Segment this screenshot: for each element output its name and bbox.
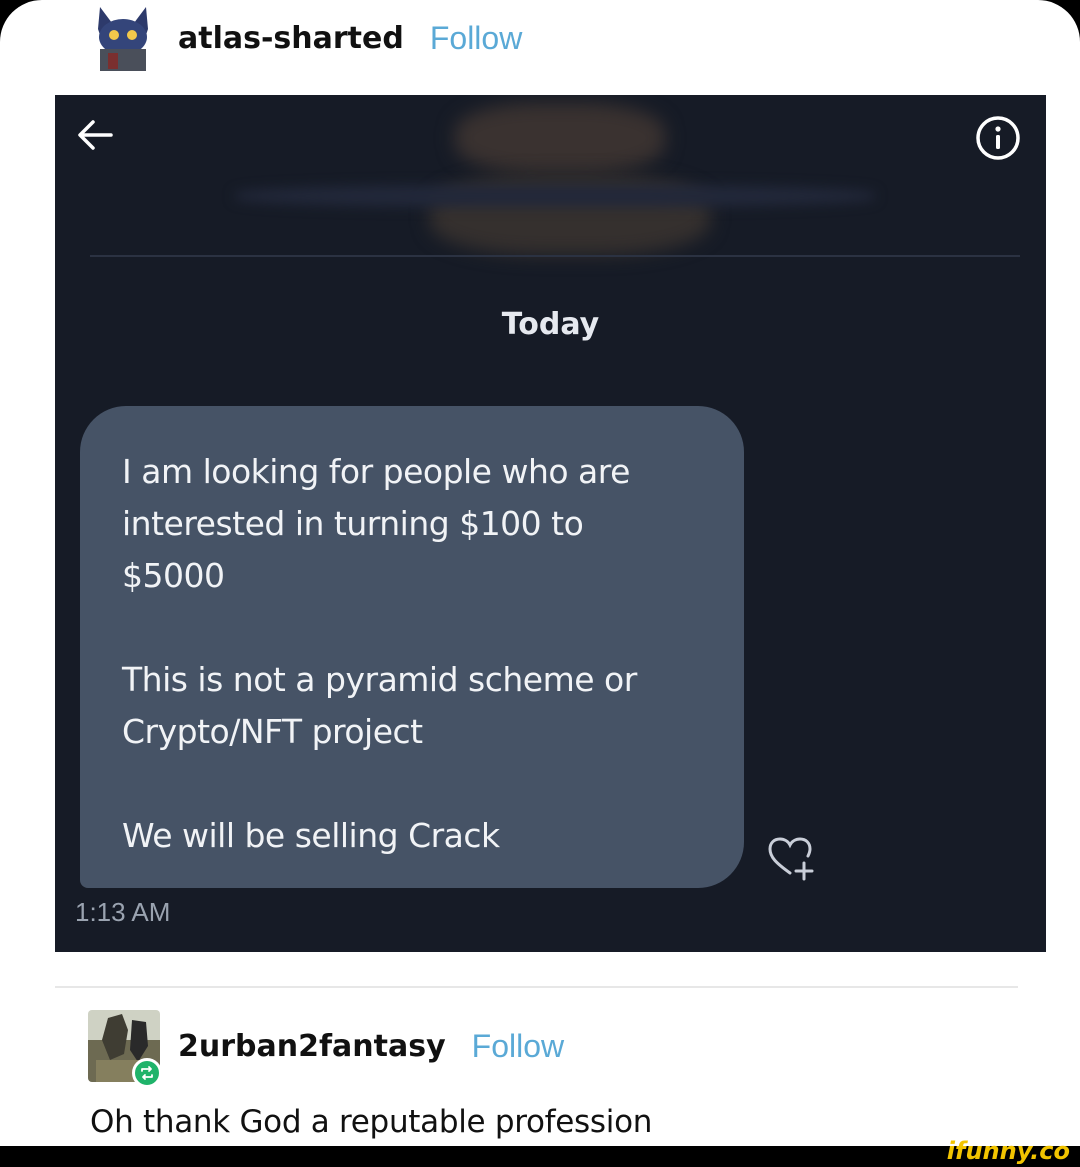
message-timestamp: 1:13 AM [75, 897, 171, 927]
site-watermark: ifunny.co [946, 1137, 1070, 1165]
reblog-comment: Oh thank God a reputable profession [90, 1104, 653, 1140]
post-header: atlas-sharted Follow [86, 2, 522, 74]
message-bubble[interactable]: I am looking for people who are interest… [80, 406, 744, 888]
reblog-username[interactable]: 2urban2fantasy [178, 1029, 446, 1064]
dm-screenshot: Today I am looking for people who are in… [55, 95, 1046, 952]
reblog-icon [141, 1066, 153, 1080]
avatar[interactable] [86, 3, 160, 73]
avatar-image [86, 3, 160, 73]
header-divider [90, 255, 1020, 257]
reblog-follow-button[interactable]: Follow [472, 1028, 564, 1065]
date-separator: Today [501, 307, 600, 342]
reblog-avatar[interactable] [88, 1010, 162, 1088]
reblog-badge [132, 1058, 162, 1088]
post-card: atlas-sharted Follow Today I am looking … [0, 0, 1080, 1146]
post-username[interactable]: atlas-sharted [178, 21, 404, 56]
heart-add-icon[interactable] [762, 833, 818, 883]
follow-button[interactable]: Follow [430, 20, 522, 57]
redacted-name-line [235, 185, 875, 207]
back-arrow-icon[interactable] [65, 105, 125, 165]
reblog-header: 2urban2fantasy Follow [88, 1008, 564, 1088]
message-paragraph: I am looking for people who are interest… [122, 452, 630, 595]
redacted-area [455, 103, 665, 173]
info-icon[interactable] [970, 110, 1026, 166]
post-separator [55, 986, 1018, 988]
message-paragraph: We will be selling Crack [122, 816, 500, 855]
message-paragraph: This is not a pyramid scheme or Crypto/N… [122, 660, 637, 751]
